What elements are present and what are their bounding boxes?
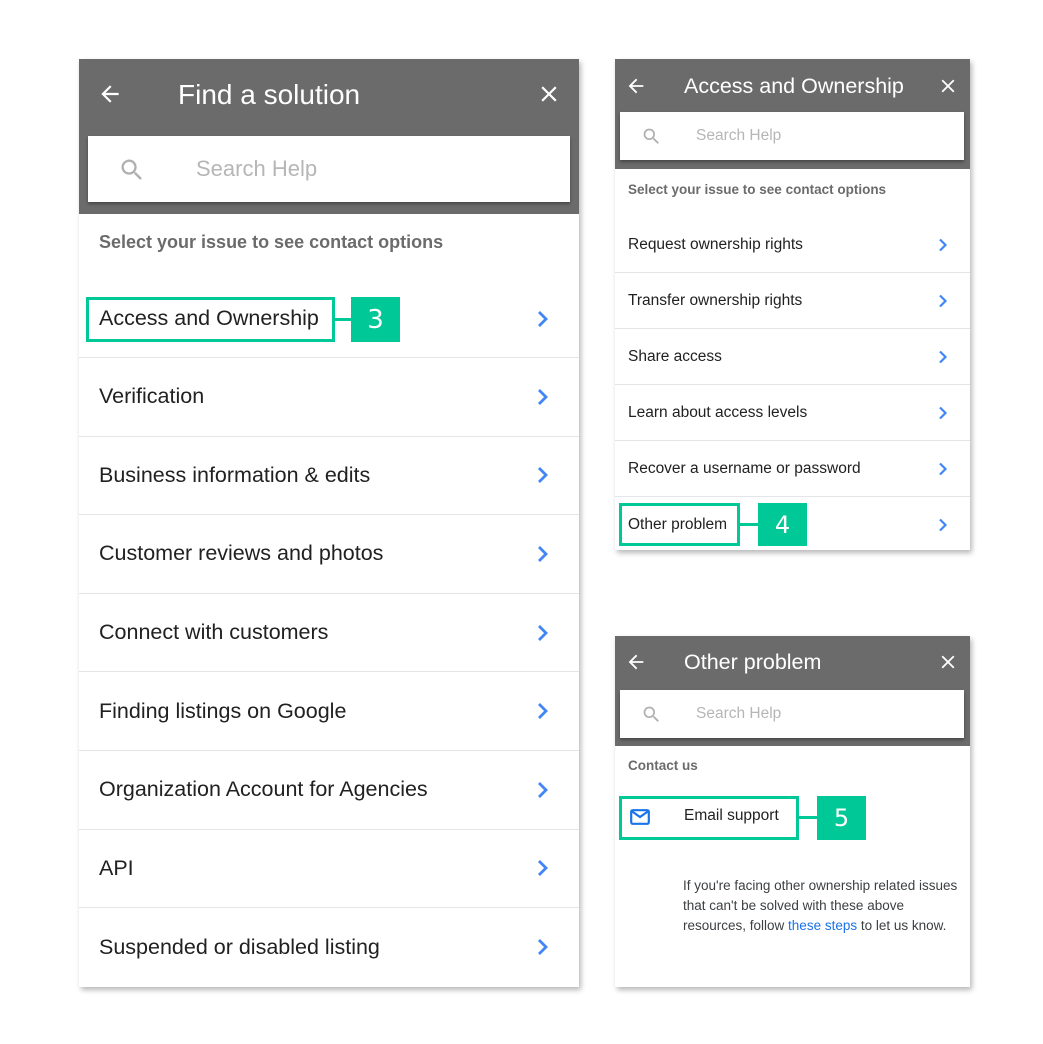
issue-item-finding-listings[interactable]: Finding listings on Google: [79, 672, 579, 751]
search-input[interactable]: [696, 703, 946, 725]
issue-label: Organization Account for Agencies: [99, 777, 428, 802]
search-box: [620, 690, 964, 738]
chevron-right-icon: [535, 858, 551, 878]
chevron-right-icon: [535, 544, 551, 564]
chevron-right-icon: [535, 780, 551, 800]
chevron-right-icon: [937, 461, 949, 477]
annotation-connector: [799, 816, 817, 819]
chevron-right-icon: [535, 309, 551, 329]
search-input[interactable]: [696, 125, 946, 147]
panel-title: Access and Ownership: [684, 74, 904, 98]
issue-label: Recover a username or password: [628, 459, 861, 477]
chevron-right-icon: [937, 237, 949, 253]
annotation-connector: [335, 318, 351, 321]
issue-label: Suspended or disabled listing: [99, 934, 380, 959]
annotation-badge-3: 3: [351, 297, 400, 342]
search-icon: [118, 156, 146, 184]
panel-title: Find a solution: [178, 79, 361, 110]
search-icon: [641, 126, 662, 147]
chevron-right-icon: [937, 517, 949, 533]
chevron-right-icon: [535, 701, 551, 721]
find-solution-panel: Find a solution Select your issue to see…: [79, 59, 579, 987]
issue-label: Connect with customers: [99, 620, 329, 645]
chevron-right-icon: [937, 405, 949, 421]
issue-item-customer-reviews[interactable]: Customer reviews and photos: [79, 515, 579, 594]
issue-item-suspended-listing[interactable]: Suspended or disabled listing: [79, 908, 579, 987]
issue-item-connect-customers[interactable]: Connect with customers: [79, 594, 579, 673]
close-icon: [941, 79, 955, 93]
section-label: Select your issue to see contact options: [99, 232, 444, 252]
chevron-right-icon: [937, 293, 949, 309]
close-icon: [541, 86, 557, 102]
panel-title: Other problem: [684, 650, 822, 674]
arrow-left-icon: [628, 654, 644, 670]
issue-item-transfer-ownership[interactable]: Transfer ownership rights: [615, 273, 970, 329]
chevron-right-icon: [535, 387, 551, 407]
issue-list: Access and Ownership Verification Busine…: [79, 280, 579, 987]
issue-item-recover-username[interactable]: Recover a username or password: [615, 441, 970, 497]
close-button[interactable]: [935, 649, 961, 675]
issue-item-organization-account[interactable]: Organization Account for Agencies: [79, 751, 579, 830]
issue-label: Request ownership rights: [628, 235, 803, 253]
search-input[interactable]: [196, 154, 556, 184]
arrow-left-icon: [101, 85, 119, 103]
email-support-label: Email support: [684, 807, 779, 824]
issue-label: Transfer ownership rights: [628, 291, 803, 309]
panel-header: Find a solution: [79, 59, 579, 214]
issue-label: Customer reviews and photos: [99, 541, 384, 566]
close-button[interactable]: [534, 79, 564, 109]
issue-item-share-access[interactable]: Share access: [615, 329, 970, 385]
issue-label: Other problem: [628, 516, 728, 533]
mail-icon: [630, 809, 650, 830]
section-label: Select your issue to see contact options: [628, 182, 887, 197]
info-text: If you're facing other ownership related…: [683, 876, 963, 936]
issue-item-request-ownership[interactable]: Request ownership rights: [615, 217, 970, 273]
panel-header: Other problem: [615, 636, 970, 746]
panel-header: Access and Ownership: [615, 59, 970, 169]
access-ownership-panel: Access and Ownership Select your issue t…: [615, 59, 970, 550]
issue-label: Verification: [99, 384, 205, 409]
issue-item-verification[interactable]: Verification: [79, 358, 579, 437]
issue-label: Learn about access levels: [628, 403, 808, 421]
arrow-left-icon: [628, 78, 644, 94]
issue-item-business-information[interactable]: Business information & edits: [79, 437, 579, 516]
search-icon: [641, 704, 662, 725]
these-steps-link[interactable]: these steps: [788, 918, 857, 933]
close-icon: [941, 655, 955, 669]
search-box: [620, 112, 964, 160]
issue-label: Business information & edits: [99, 462, 371, 487]
issue-label: Finding listings on Google: [99, 698, 347, 723]
annotation-connector: [740, 523, 758, 526]
annotation-badge-4: 4: [758, 503, 807, 546]
issue-label: Share access: [628, 347, 722, 365]
other-problem-panel: Other problem Contact us Email support I…: [615, 636, 970, 987]
chevron-right-icon: [535, 937, 551, 957]
issue-item-access-and-ownership[interactable]: Access and Ownership: [79, 280, 579, 358]
back-button[interactable]: [623, 649, 649, 675]
search-box: [88, 136, 570, 202]
back-button[interactable]: [623, 73, 649, 99]
issue-label: Access and Ownership: [99, 306, 319, 330]
issue-item-access-levels[interactable]: Learn about access levels: [615, 385, 970, 441]
annotation-badge-5: 5: [817, 796, 866, 840]
chevron-right-icon: [535, 623, 551, 643]
back-button[interactable]: [95, 79, 125, 109]
section-label: Contact us: [628, 758, 698, 773]
chevron-right-icon: [937, 349, 949, 365]
info-text-after: to let us know.: [857, 918, 947, 933]
chevron-right-icon: [535, 465, 551, 485]
issue-label: API: [99, 855, 134, 880]
close-button[interactable]: [935, 73, 961, 99]
issue-item-api[interactable]: API: [79, 830, 579, 909]
